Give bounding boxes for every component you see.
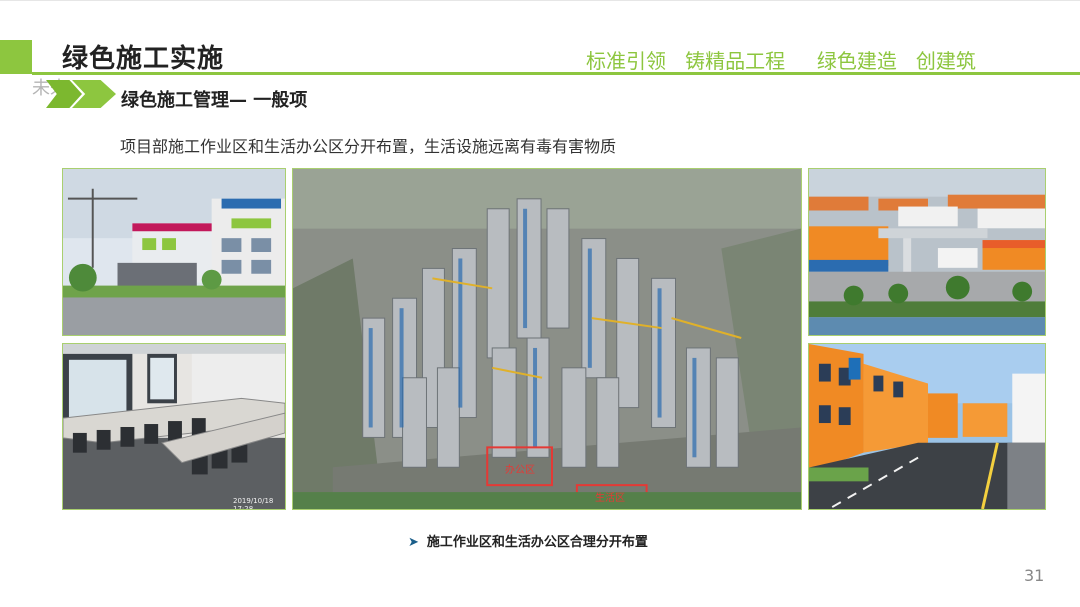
- header-accent-block: [0, 40, 32, 74]
- aerial-site-photo: 办公区 生活区: [292, 168, 802, 510]
- page-number: 31: [1024, 566, 1045, 585]
- header-divider: [32, 72, 1080, 75]
- photo-caption: ➤ 施工作业区和生活办公区合理分开布置: [408, 531, 648, 550]
- section-description: 项目部施工作业区和生活办公区分开布置，生活设施远离有毒有害物质: [120, 137, 617, 156]
- living-zone-label: 生活区: [595, 493, 625, 504]
- office-building-photo: [62, 168, 286, 336]
- office-zone-label: 办公区: [505, 465, 535, 476]
- section-title: 绿色施工管理— 一般项: [121, 90, 308, 111]
- arrow-bullet-icon: ➤: [408, 535, 419, 550]
- caption-text: 施工作业区和生活办公区合理分开布置: [426, 535, 648, 550]
- header-slogan: 标准引领 铸精品工程 绿色建造 创建筑: [586, 49, 976, 73]
- living-camp-photo: [808, 168, 1046, 336]
- photo-timestamp: 2019/10/18 17:28: [233, 497, 274, 510]
- top-border: [0, 0, 1080, 1]
- meeting-room-photo: 2019/10/18 17:28: [62, 343, 286, 510]
- page-title: 绿色施工实施: [62, 44, 225, 74]
- dorm-street-photo: [808, 343, 1046, 510]
